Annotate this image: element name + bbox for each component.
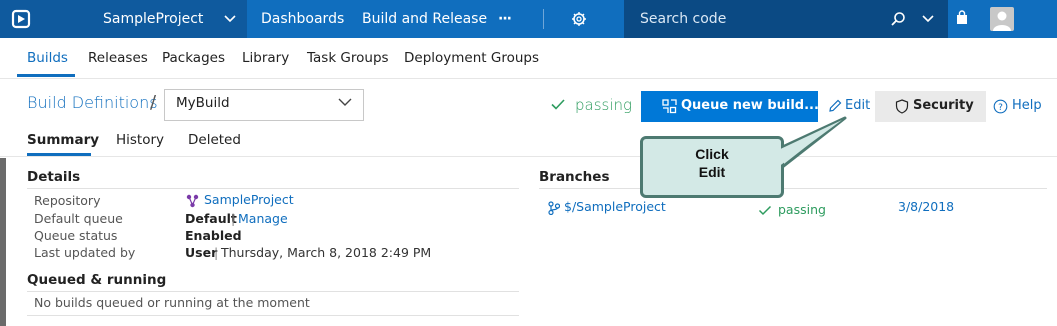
branch-name-link[interactable]: $/SampleProject <box>564 199 666 214</box>
subnav-packages[interactable]: Packages <box>162 38 225 76</box>
tab-summary[interactable]: Summary <box>27 132 99 148</box>
branch-icon <box>548 201 560 215</box>
subnav-builds[interactable]: Builds <box>27 38 68 76</box>
queue-separator: | <box>231 211 236 226</box>
check-icon <box>758 205 772 216</box>
table-row[interactable]: $/SampleProject passing 3/8/2018 <box>539 192 1047 222</box>
details-divider <box>27 188 519 189</box>
queued-bottom-divider <box>27 315 519 316</box>
subnav-releases[interactable]: Releases <box>88 38 148 76</box>
last-updated-separator: | <box>214 245 219 260</box>
last-updated-date: Thursday, March 8, 2018 2:49 PM <box>221 245 432 260</box>
details-heading: Details <box>27 169 81 185</box>
nav-dashboards[interactable]: Dashboards <box>261 0 344 38</box>
default-queue-value: Default <box>185 211 237 226</box>
more-icon[interactable]: ··· <box>498 0 512 38</box>
chevron-down-icon <box>338 98 352 106</box>
tab-deleted[interactable]: Deleted <box>188 132 241 148</box>
nav-divider <box>543 9 544 29</box>
queued-empty-message: No builds queued or running at the momen… <box>34 295 310 310</box>
chevron-down-icon[interactable] <box>223 13 237 25</box>
help-link[interactable]: Help <box>1012 98 1042 113</box>
nav-build-and-release[interactable]: Build and Release <box>362 0 487 38</box>
last-updated-user: User <box>185 245 218 260</box>
subnav-active-indicator <box>17 74 75 77</box>
repository-link[interactable]: SampleProject <box>204 192 294 207</box>
tabs-divider <box>0 156 1057 157</box>
callout-line-1: Click <box>695 146 729 162</box>
vsts-logo[interactable] <box>0 0 40 38</box>
queue-status-label: Queue status <box>34 228 118 243</box>
build-icon <box>662 99 677 114</box>
manage-link[interactable]: Manage <box>238 211 288 226</box>
queue-status-value: Enabled <box>185 228 242 243</box>
subnav-library[interactable]: Library <box>242 38 289 76</box>
tab-history[interactable]: History <box>116 132 164 148</box>
user-icon <box>993 11 1011 31</box>
shield-icon <box>895 99 909 114</box>
svg-text:?: ? <box>998 103 1003 113</box>
left-edge-bar <box>0 158 6 326</box>
project-name: SampleProject <box>103 11 204 27</box>
branch-status: passing <box>778 202 826 217</box>
queued-divider <box>27 291 519 292</box>
security-label: Security <box>913 98 974 113</box>
default-queue-label: Default queue <box>34 211 123 226</box>
help-icon[interactable]: ? <box>993 99 1008 114</box>
branches-heading: Branches <box>539 169 610 185</box>
breadcrumb-build-definitions[interactable]: Build Definitions <box>27 93 158 112</box>
definition-dropdown-value: MyBuild <box>176 95 230 111</box>
pencil-icon[interactable] <box>828 99 842 113</box>
gear-icon[interactable] <box>571 11 587 27</box>
subnav-task-groups[interactable]: Task Groups <box>307 38 389 76</box>
search-input[interactable]: Search code <box>640 0 726 38</box>
logo-icon <box>11 9 31 29</box>
repository-icon <box>186 194 199 208</box>
shopping-bag-icon[interactable] <box>954 10 970 26</box>
callout-line-2: Edit <box>698 164 726 180</box>
repository-label: Repository <box>34 193 101 208</box>
breadcrumb-separator: / <box>150 92 157 113</box>
edit-link[interactable]: Edit <box>845 98 870 113</box>
build-status: passing <box>575 96 633 114</box>
check-icon <box>551 99 565 110</box>
callout-text: Click Edit <box>640 145 784 181</box>
queue-new-build-label: Queue new build... <box>681 98 819 113</box>
subnav-deployment-groups[interactable]: Deployment Groups <box>404 38 539 76</box>
branches-divider <box>539 188 1047 189</box>
queued-running-heading: Queued & running <box>27 272 167 288</box>
branch-date-link[interactable]: 3/8/2018 <box>898 199 954 214</box>
search-options-chevron-icon[interactable] <box>921 13 935 25</box>
search-icon[interactable] <box>890 11 906 27</box>
last-updated-label: Last updated by <box>34 245 136 260</box>
avatar[interactable] <box>990 7 1014 31</box>
